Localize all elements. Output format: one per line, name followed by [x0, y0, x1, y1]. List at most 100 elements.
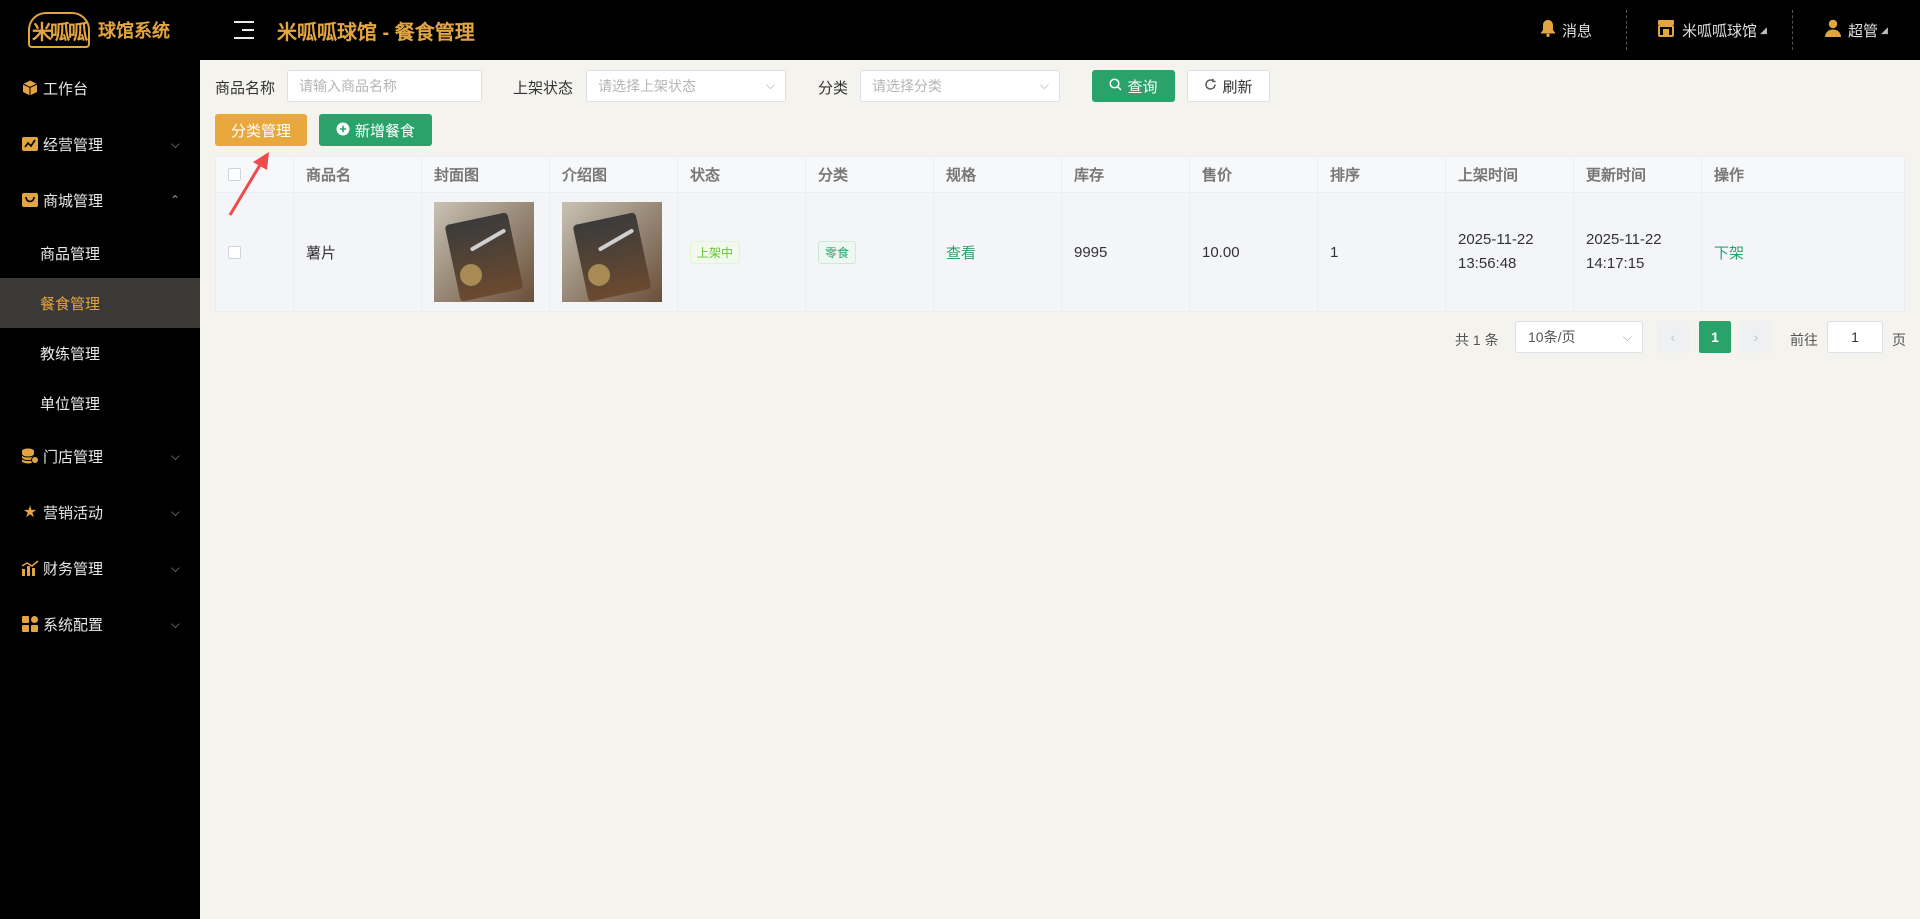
page-size-value: 10条/页	[1528, 329, 1576, 345]
sidebar-item-finance[interactable]: 财务管理 ⌵	[0, 540, 200, 596]
star-icon: ★	[22, 504, 38, 521]
column-header: 更新时间	[1574, 157, 1702, 192]
venue-name: 米呱呱球馆	[1682, 22, 1758, 40]
caret-down-icon: ◢	[1881, 24, 1888, 35]
cover-image[interactable]	[434, 202, 534, 302]
refresh-button-label: 刷新	[1222, 78, 1253, 96]
sidebar-item-label: 商城管理	[43, 192, 104, 210]
chevron-up-icon: ⌃	[169, 193, 180, 207]
chevron-down-icon: ⌵	[170, 136, 180, 151]
sidebar-item-marketing[interactable]: ★ 营销活动 ⌵	[0, 484, 200, 540]
column-header: 商品名	[294, 157, 422, 192]
category-placeholder: 请选择分类	[872, 78, 942, 94]
pagination-total: 共 1 条	[1455, 332, 1499, 348]
column-header: 分类	[806, 157, 934, 192]
sidebar-subitem-products[interactable]: 商品管理	[0, 228, 200, 278]
intro-image-cell	[550, 193, 678, 311]
sidebar-item-operations[interactable]: 经营管理 ⌵	[0, 116, 200, 172]
user-menu[interactable]: 超管 ◢	[1824, 0, 1888, 60]
caret-down-icon: ◢	[1760, 24, 1767, 35]
sidebar-item-system[interactable]: 系统配置 ⌵	[0, 596, 200, 652]
bell-icon	[1540, 19, 1556, 42]
sidebar-subitem-coaches[interactable]: 教练管理	[0, 328, 200, 378]
messages-label: 消息	[1562, 22, 1593, 40]
cover-image-cell	[422, 193, 550, 311]
plus-circle-icon	[336, 122, 350, 139]
category-cell: 零食	[806, 193, 934, 311]
column-header: 介绍图	[550, 157, 678, 192]
table-row: 薯片 上架中 零食 查看 9995 10.00 1 2025-11-22 13:…	[216, 193, 1904, 311]
listed-time: 13:56:48	[1458, 255, 1517, 272]
next-page-button[interactable]: ›	[1740, 321, 1772, 353]
chevron-down-icon: ⌵	[170, 616, 180, 631]
status-label: 上架状态	[513, 80, 574, 97]
status-cell: 上架中	[678, 193, 806, 311]
sidebar-item-label: 营销活动	[43, 504, 104, 522]
add-meal-button[interactable]: 新增餐食	[319, 114, 432, 146]
header-divider	[1626, 10, 1627, 50]
cube-icon	[20, 79, 40, 97]
refresh-icon	[1204, 78, 1217, 94]
updated-date: 2025-11-22	[1586, 231, 1662, 248]
chevron-down-icon: ⌵	[1622, 329, 1632, 344]
sidebar-subitem-meals[interactable]: 餐食管理	[0, 278, 200, 328]
product-name-input[interactable]: 请输入商品名称	[287, 70, 482, 102]
view-spec-link[interactable]: 查看	[946, 242, 976, 263]
sidebar-item-label: 工作台	[43, 80, 89, 98]
category-management-label: 分类管理	[230, 122, 291, 140]
updated-time-cell: 2025-11-22 14:17:15	[1574, 193, 1702, 311]
store-icon	[1656, 19, 1676, 42]
stock-cell: 9995	[1062, 193, 1190, 311]
chevron-down-icon: ⌵	[1039, 78, 1049, 92]
product-name-cell: 薯片	[294, 193, 422, 311]
intro-image[interactable]	[562, 202, 662, 302]
status-placeholder: 请选择上架状态	[598, 78, 696, 94]
sidebar-collapse-icon[interactable]	[232, 18, 256, 42]
row-checkbox[interactable]	[228, 245, 241, 259]
query-button[interactable]: 查询	[1092, 70, 1175, 102]
brand-name: 球馆系统	[98, 21, 170, 41]
price-cell: 10.00	[1190, 193, 1318, 311]
category-badge: 零食	[818, 240, 857, 264]
chevron-down-icon: ⌵	[765, 78, 775, 92]
chevron-left-icon: ‹	[1670, 329, 1676, 345]
category-select[interactable]: 请选择分类 ⌵	[860, 70, 1060, 102]
sidebar-item-stores[interactable]: 门店管理 ⌵	[0, 428, 200, 484]
sidebar-item-dashboard[interactable]: 工作台	[0, 60, 200, 116]
product-name-placeholder: 请输入商品名称	[299, 78, 397, 94]
goto-page-input[interactable]: 1	[1827, 321, 1883, 353]
updated-time: 14:17:15	[1586, 255, 1645, 272]
search-icon	[1109, 78, 1122, 94]
prev-page-button[interactable]: ‹	[1657, 321, 1689, 353]
top-bar: 米呱呱 球馆系统 米呱呱球馆 - 餐食管理 消息 米呱呱球馆 ◢ 超管 ◢	[0, 0, 1920, 60]
page-title: 米呱呱球馆 - 餐食管理	[277, 22, 475, 44]
annotation-arrow-icon	[228, 152, 269, 216]
table-header: 商品名 封面图 介绍图 状态 分类 规格 库存 售价 排序 上架时间 更新时间 …	[216, 157, 1904, 193]
column-header: 库存	[1062, 157, 1190, 192]
refresh-button[interactable]: 刷新	[1187, 70, 1270, 102]
sidebar-item-mall[interactable]: 商城管理 ⌃	[0, 172, 200, 228]
logo: 米呱呱 球馆系统	[28, 10, 170, 50]
category-management-button[interactable]: 分类管理	[215, 114, 307, 146]
venue-switcher[interactable]: 米呱呱球馆 ◢	[1656, 0, 1767, 60]
user-icon	[1824, 19, 1842, 42]
chart-badge-icon	[20, 135, 40, 153]
page-size-select[interactable]: 10条/页 ⌵	[1515, 321, 1643, 353]
delist-link[interactable]: 下架	[1714, 242, 1744, 263]
status-select[interactable]: 请选择上架状态 ⌵	[586, 70, 786, 102]
sidebar-item-label: 系统配置	[43, 616, 104, 634]
query-button-label: 查询	[1127, 78, 1158, 96]
category-label: 分类	[818, 80, 849, 97]
messages-button[interactable]: 消息	[1540, 0, 1592, 60]
page-suffix: 页	[1892, 332, 1906, 348]
user-name: 超管	[1848, 22, 1879, 40]
spec-cell: 查看	[934, 193, 1062, 311]
meal-table: 商品名 封面图 介绍图 状态 分类 规格 库存 售价 排序 上架时间 更新时间 …	[215, 156, 1905, 312]
page-number-button[interactable]: 1	[1699, 321, 1731, 353]
sidebar-item-label: 财务管理	[43, 560, 104, 578]
column-header: 状态	[678, 157, 806, 192]
status-badge: 上架中	[690, 240, 741, 264]
sidebar-subitem-units[interactable]: 单位管理	[0, 378, 200, 428]
sidebar-item-label: 门店管理	[43, 448, 104, 466]
goto-label: 前往	[1790, 332, 1818, 348]
